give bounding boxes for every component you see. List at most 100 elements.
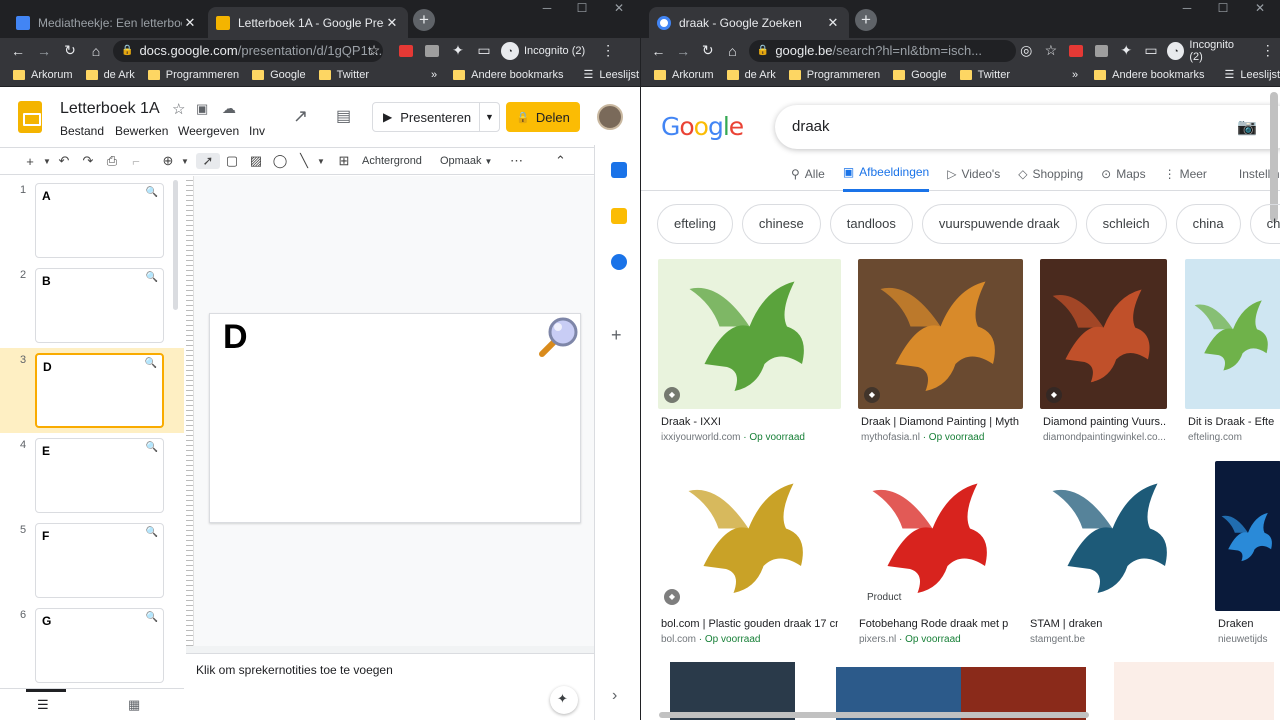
result-thumbnail[interactable]: ◆: [858, 259, 1023, 409]
close-window-icon[interactable]: ✕: [1241, 0, 1279, 18]
extension-red-icon[interactable]: [1069, 44, 1083, 57]
add-comment-icon[interactable]: ⊞: [332, 153, 356, 169]
home-icon[interactable]: ⌂: [83, 43, 109, 59]
forward-icon[interactable]: →: [671, 43, 696, 59]
paint-format-icon[interactable]: ⌐: [124, 154, 148, 169]
notes-divider[interactable]: [186, 646, 594, 653]
result-thumbnail[interactable]: ◆: [1040, 259, 1167, 409]
explore-button[interactable]: ✦: [550, 686, 578, 714]
close-tab-icon[interactable]: ✕: [182, 15, 198, 31]
new-slide-icon[interactable]: +: [18, 154, 42, 169]
menu-insert[interactable]: Inv: [249, 124, 265, 138]
bookmark-item[interactable]: Google: [893, 69, 947, 81]
result-thumbnail[interactable]: Product: [856, 461, 1009, 611]
result-thumbnail[interactable]: [1027, 461, 1198, 611]
result-caption[interactable]: STAM | draken: [1030, 618, 1197, 630]
tab-videos[interactable]: ▷ Video's: [947, 165, 1000, 192]
close-window-icon[interactable]: ✕: [600, 0, 638, 18]
chip[interactable]: schleich: [1085, 204, 1167, 244]
image-result[interactable]: Draken nieuwetijds: [1215, 461, 1280, 651]
result-caption[interactable]: Draak - IXXI: [661, 416, 840, 428]
result-thumbnail[interactable]: [1215, 461, 1280, 611]
reload-icon[interactable]: ↻: [695, 42, 720, 59]
more-options-icon[interactable]: ⋯: [504, 153, 528, 169]
cast-icon[interactable]: ▭: [471, 42, 497, 59]
result-caption[interactable]: bol.com | Plastic gouden draak 17 cm: [661, 618, 838, 630]
filmstrip-scrollbar[interactable]: [173, 180, 178, 310]
chip[interactable]: vuurspuwende draak: [921, 204, 1077, 244]
undo-icon[interactable]: ↶: [52, 153, 76, 169]
extension-grey-icon[interactable]: [425, 44, 439, 57]
other-bookmarks[interactable]: Andere bookmarks: [1094, 69, 1204, 81]
new-tab-button[interactable]: +: [855, 9, 877, 31]
image-icon[interactable]: ▨: [244, 153, 268, 169]
slide-thumbnail[interactable]: E 🔍: [35, 438, 164, 513]
horizontal-scrollbar[interactable]: [659, 712, 1089, 718]
chevron-right-icon[interactable]: ›: [612, 687, 617, 705]
incognito-indicator[interactable]: ◔ Incognito (2): [501, 41, 585, 60]
share-button[interactable]: 🔒 Delen: [506, 102, 580, 132]
chevron-down-icon[interactable]: ▼: [485, 157, 493, 166]
menu-file[interactable]: Bestand: [60, 124, 104, 138]
star-icon[interactable]: ☆: [172, 100, 185, 118]
speaker-notes[interactable]: Klik om sprekernotities toe te voegen: [186, 653, 594, 688]
cast-icon[interactable]: ▭: [1139, 42, 1164, 59]
tracking-blocked-icon[interactable]: ◎: [1014, 42, 1039, 59]
slide-thumbnail[interactable]: F 🔍: [35, 523, 164, 598]
extensions-puzzle-icon[interactable]: ✦: [445, 42, 471, 59]
tab-all[interactable]: ⚲ Alle: [791, 165, 825, 192]
menu-dots-icon[interactable]: ⋮: [1255, 42, 1280, 59]
address-bar[interactable]: 🔒 docs.google.com/presentation/d/1gQP1t.…: [113, 39, 383, 62]
reading-list[interactable]: ☰ Leeslijst: [583, 68, 639, 82]
slide-thumbnail[interactable]: B 🔍: [35, 268, 164, 343]
chip[interactable]: china: [1175, 204, 1241, 244]
minimize-icon[interactable]: ─: [1168, 0, 1206, 18]
close-tab-icon[interactable]: ✕: [384, 15, 400, 31]
chip[interactable]: chinese: [741, 204, 821, 244]
bookmark-star-icon[interactable]: ☆: [361, 42, 387, 59]
line-icon[interactable]: ╲: [292, 153, 316, 169]
google-logo[interactable]: Google: [661, 112, 744, 141]
comments-icon[interactable]: ▤: [336, 106, 351, 126]
current-slide[interactable]: D: [209, 313, 581, 523]
chevron-down-icon[interactable]: ▼: [180, 157, 190, 166]
extension-grey-icon[interactable]: [1094, 44, 1108, 57]
bookmark-item[interactable]: de Ark: [85, 69, 135, 81]
slide-title-letter[interactable]: D: [223, 318, 248, 357]
reload-icon[interactable]: ↻: [57, 42, 83, 59]
bookmark-item[interactable]: de Ark: [726, 69, 776, 81]
document-title[interactable]: Letterboek 1A: [60, 100, 160, 118]
image-result[interactable]: ◆ Diamond painting Vuurs... diamondpaintin…: [1040, 259, 1167, 449]
incognito-indicator[interactable]: ◔ Incognito (2): [1167, 39, 1247, 63]
image-result[interactable]: ◆ bol.com | Plastic gouden draak 17 cm bol…: [658, 461, 839, 651]
select-tool-icon[interactable]: ➚: [196, 153, 220, 169]
menu-dots-icon[interactable]: ⋮: [595, 42, 621, 59]
reading-list[interactable]: ☰ Leeslijst: [1224, 68, 1280, 82]
menu-edit[interactable]: Bewerken: [115, 124, 168, 138]
image-result[interactable]: ◆ Draak | Diamond Painting | Myth ... myth…: [858, 259, 1023, 449]
add-addon-icon[interactable]: +: [611, 325, 622, 346]
tab-mediatheekje[interactable]: Mediatheekje: Een letterboek ma ✕: [8, 7, 206, 38]
print-icon[interactable]: ⎙: [100, 153, 124, 169]
filmstrip-view-icon[interactable]: ☰: [37, 697, 49, 713]
result-caption[interactable]: Draak | Diamond Painting | Myth ...: [861, 416, 1022, 428]
result-thumbnail[interactable]: ◆: [658, 461, 839, 611]
image-result[interactable]: Dit is Draak - Efte efteling.com: [1185, 259, 1280, 449]
zoom-icon[interactable]: ⊕: [156, 153, 180, 169]
image-result[interactable]: Product Fotobehang Rode draak met p... pix…: [856, 461, 1009, 651]
slide-thumbnail[interactable]: G 🔍: [35, 608, 164, 683]
image-result-partial[interactable]: [1114, 662, 1274, 720]
background-button[interactable]: Achtergrond: [362, 155, 422, 167]
grid-view-icon[interactable]: ▦: [128, 697, 140, 713]
activity-trend-icon[interactable]: ↗: [293, 106, 308, 127]
layout-button[interactable]: Opmaak: [440, 155, 482, 167]
chip[interactable]: efteling: [657, 204, 733, 244]
slide-thumbnail-selected[interactable]: D 🔍: [35, 353, 164, 428]
extensions-puzzle-icon[interactable]: ✦: [1114, 42, 1139, 59]
bookmarks-more[interactable]: »: [1072, 69, 1078, 81]
search-input[interactable]: draak 📷: [775, 105, 1280, 149]
tab-images[interactable]: ▣ Afbeeldingen: [842, 165, 930, 192]
result-thumbnail[interactable]: ◆: [658, 259, 841, 409]
tab-google-search[interactable]: draak - Google Zoeken ✕: [649, 7, 849, 38]
result-thumbnail[interactable]: [1185, 259, 1280, 409]
